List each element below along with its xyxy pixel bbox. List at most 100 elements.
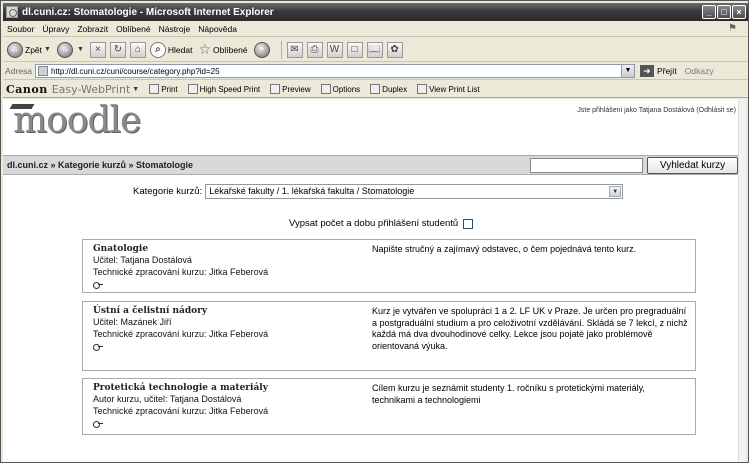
menu-bar: Soubor Úpravy Zobrazit Oblíbené Nástroje… [3, 22, 748, 37]
star-icon: ☆ [198, 41, 212, 57]
chevron-down-icon[interactable]: ▼ [132, 86, 139, 93]
course-name-link[interactable]: Protetická technologie a materiály [93, 383, 363, 394]
page-content: moodle Jste přihlášeni jako Tatjana Dost… [3, 99, 740, 462]
search-button[interactable]: ⌕ Hledat [149, 41, 193, 58]
course-teacher: Učitel: Tatjana Dostálová [93, 255, 192, 265]
category-label: Kategorie kurzů: [133, 186, 203, 197]
canon-toolbar: Canon Easy-WebPrint ▼ Print High Speed P… [3, 81, 748, 98]
favorites-label: Oblíbené [213, 44, 248, 55]
canon-print-button[interactable]: Print [149, 84, 178, 94]
course-search-input[interactable] [530, 158, 643, 173]
maximize-icon[interactable]: □ [717, 5, 731, 19]
browser-window: dl.cuni.cz: Stomatologie - Microsoft Int… [0, 0, 749, 463]
chevron-down-icon[interactable]: ▼ [620, 65, 634, 77]
course-teacher: Učitel: Mazánek Jiří [93, 317, 172, 327]
mail-icon[interactable]: ✉ [286, 41, 303, 58]
history-icon[interactable]: ◔ [253, 41, 270, 58]
research-icon[interactable]: 📖 [366, 41, 383, 58]
toolbar-divider [280, 40, 282, 59]
vertical-scrollbar[interactable] [738, 99, 746, 462]
category-row: Kategorie kurzů: Lékařské fakulty / 1. l… [133, 184, 624, 199]
discuss-icon[interactable]: □ [346, 41, 363, 58]
course-summary: Cílem kurzu je seznámit studenty 1. ročn… [372, 383, 645, 405]
course-name-link[interactable]: Gnatologie [93, 244, 363, 255]
menu-tools[interactable]: Nástroje [155, 24, 195, 34]
canon-high-speed-print-label: High Speed Print [199, 84, 261, 94]
course-box: Ústní a čelistní nádory Učitel: Mazánek … [82, 301, 696, 371]
page-icon [37, 66, 48, 76]
window-controls: _ □ × [702, 5, 746, 19]
options-icon [320, 84, 331, 94]
course-info: Gnatologie Učitel: Tatjana Dostálová Tec… [93, 244, 363, 289]
canon-view-print-list-button[interactable]: View Print List [417, 84, 480, 94]
canon-preview-button[interactable]: Preview [270, 84, 311, 94]
course-name-link[interactable]: Ústní a čelistní nádory [93, 306, 363, 317]
enrolment-count-row: Vypsat počet a dobu přihlášení studentů [289, 218, 474, 229]
address-input[interactable]: http://dl.cuni.cz/cuni/course/category.p… [34, 64, 635, 78]
ie-icon [6, 6, 18, 18]
back-button[interactable]: ← Zpět ▼ [7, 41, 51, 58]
canon-high-speed-print-button[interactable]: High Speed Print [187, 84, 261, 94]
chevron-down-icon: ▼ [76, 46, 84, 53]
window-title: dl.cuni.cz: Stomatologie - Microsoft Int… [22, 6, 274, 18]
key-icon [93, 421, 103, 428]
print-icon[interactable]: ⎙ [306, 41, 323, 58]
course-info: Ústní a čelistní nádory Učitel: Mazánek … [93, 306, 363, 351]
menu-help[interactable]: Nápověda [194, 24, 241, 34]
course-summary: Napište stručný a zajímavý odstavec, o č… [372, 244, 637, 254]
course-info: Protetická technologie a materiály Autor… [93, 383, 363, 428]
back-arrow-icon: ← [7, 41, 23, 58]
login-info[interactable]: Jste přihlášeni jako Tatjana Dostálová (… [577, 107, 736, 114]
course-teacher: Autor kurzu, učitel: Tatjana Dostálová [93, 394, 242, 404]
breadcrumb[interactable]: dl.cuni.cz » Kategorie kurzů » Stomatolo… [7, 160, 193, 170]
search-label: Hledat [167, 44, 193, 55]
menu-file[interactable]: Soubor [3, 24, 38, 34]
links-toolbar[interactable]: Odkazy [685, 66, 714, 76]
address-label: Adresa [5, 66, 32, 76]
search-icon: ⌕ [149, 41, 166, 58]
key-icon [93, 282, 103, 289]
preview-icon [270, 84, 281, 94]
minimize-icon[interactable]: _ [702, 5, 716, 19]
easy-webprint-menu[interactable]: Easy-WebPrint [52, 83, 131, 96]
forward-button[interactable]: → ▼ [56, 41, 84, 58]
canon-options-button[interactable]: Options [320, 84, 361, 94]
canon-options-label: Options [332, 84, 361, 94]
category-selected: Lékařské fakulty / 1. lékařská fakulta /… [209, 186, 415, 196]
refresh-icon[interactable]: ↻ [109, 41, 126, 58]
stop-icon[interactable]: × [89, 41, 106, 58]
enrolment-count-label: Vypsat počet a dobu přihlášení studentů [289, 218, 459, 229]
home-icon[interactable]: ⌂ [129, 41, 146, 58]
enrolment-count-checkbox[interactable] [463, 218, 474, 229]
search-courses-button[interactable]: Vyhledat kurzy [647, 157, 738, 174]
go-button[interactable]: ➜ Přejít [639, 65, 677, 77]
course-summary: Kurz je vytvářen ve spolupráci 1 a 2. LF… [372, 306, 688, 351]
menu-view[interactable]: Zobrazit [73, 24, 112, 34]
duplex-icon [370, 84, 381, 94]
go-label: Přejít [656, 66, 677, 76]
course-box: Gnatologie Učitel: Tatjana Dostálová Tec… [82, 239, 696, 293]
canon-duplex-label: Duplex [382, 84, 408, 94]
category-select[interactable]: Lékařské fakulty / 1. lékařská fakulta /… [205, 184, 624, 199]
windows-logo-icon: ⚑ [728, 23, 737, 34]
course-tech-support: Technické zpracování kurzu: Jitka Febero… [93, 405, 269, 416]
messenger-icon[interactable]: ✿ [386, 41, 403, 58]
address-url: http://dl.cuni.cz/cuni/course/category.p… [50, 66, 220, 76]
canon-view-print-list-label: View Print List [429, 84, 480, 94]
navbar: dl.cuni.cz » Kategorie kurzů » Stomatolo… [3, 155, 740, 175]
course-box: Protetická technologie a materiály Autor… [82, 378, 696, 435]
course-tech-support: Technické zpracování kurzu: Jitka Febero… [93, 328, 269, 339]
printer-icon [149, 84, 160, 94]
forward-arrow-icon: → [56, 41, 73, 58]
menu-edit[interactable]: Úpravy [38, 24, 73, 34]
canon-logo: Canon [6, 82, 48, 96]
back-label: Zpět [25, 44, 43, 55]
chevron-down-icon[interactable]: ▼ [609, 186, 622, 197]
menu-favorites[interactable]: Oblíbené [112, 24, 155, 34]
edit-icon[interactable]: W [326, 41, 343, 58]
close-icon[interactable]: × [732, 5, 746, 19]
title-bar: dl.cuni.cz: Stomatologie - Microsoft Int… [3, 3, 748, 21]
moodle-logo[interactable]: moodle [9, 102, 141, 140]
favorites-button[interactable]: ☆ Oblíbené [198, 41, 247, 58]
canon-duplex-button[interactable]: Duplex [370, 84, 407, 94]
